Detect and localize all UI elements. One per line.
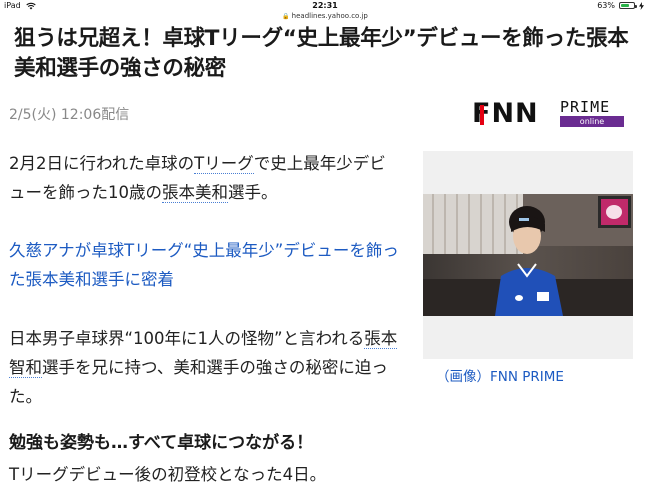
text-segment: で史上最年少デビ [253,154,386,173]
logo-red-bar [480,105,484,125]
text-segment: 2月2日に行われた卓球の [9,154,195,173]
keyword-link-tomokazu[interactable]: 智和 [9,358,42,378]
keyword-link-harimoto[interactable]: 張本 [364,329,398,349]
battery-level [621,4,629,7]
status-bar: iPad 22:31 63% [0,0,650,12]
text-segment: 日本男子卓球界“100年に1人の怪物”と言われる [9,329,365,348]
article-headline: 狙うは兄超え！卓球Tリーグ“史上最年少”デビューを飾った張本 美和選手の強さの秘… [14,24,639,84]
keyword-link-harimoto-miwa[interactable]: 張本美和 [162,183,228,203]
photo-frame[interactable] [423,151,633,359]
charging-icon [639,1,644,10]
headline-line-2: 美和選手の強さの秘密 [14,56,227,81]
logo-prime-text: PRIME [560,98,611,116]
text-segment: た。 [9,387,42,406]
paragraph-intro: 2月2日に行われた卓球のTリーグで史上最年少デビューを飾った10歳の張本美和選手… [9,149,409,207]
clock: 22:31 [312,1,338,10]
photo-caption[interactable]: （画像）FNN PRIME [436,365,564,385]
headline-line-1: 狙うは兄超え！卓球Tリーグ“史上最年少”デビューを飾った張本 [14,26,629,51]
text-segment: ューを飾った10歳の [9,183,162,202]
text-segment: 選手。 [228,183,278,202]
link-line-1: 久慈アナが卓球Tリーグ“史上最年少”デビューを飾っ [9,241,399,260]
link-line-2: た張本美和選手に密着 [9,270,174,289]
publish-date: 2/5(火) 12:06配信 [9,107,130,123]
related-article-link[interactable]: 久慈アナが卓球Tリーグ“史上最年少”デビューを飾っ た張本美和選手に密着 [9,236,409,294]
battery-icon [619,2,637,9]
battery-percent: 63% [597,1,615,10]
url-text: headlines.yahoo.co.jp [291,12,368,20]
address-bar[interactable]: 🔒 headlines.yahoo.co.jp [0,12,650,22]
article-photo[interactable] [423,194,633,316]
lock-icon: 🔒 [282,13,290,20]
fnn-prime-logo[interactable]: FNN PRIME online [472,99,628,129]
logo-online-badge: online [560,116,624,127]
text-segment: 選手を兄に持つ、美和選手の強さの秘密に迫っ [42,358,388,377]
paragraph-school: Tリーグデビュー後の初登校となった4日。 [9,465,327,484]
paragraph-brother: 日本男子卓球界“100年に1人の怪物”と言われる張本智和選手を兄に持つ、美和選手… [9,324,409,411]
player-photo-image [423,194,633,316]
section-subheading: 勉強も姿勢も…すべて卓球につながる！ [9,433,314,453]
keyword-link-tleague[interactable]: Tリーグ [194,154,254,174]
